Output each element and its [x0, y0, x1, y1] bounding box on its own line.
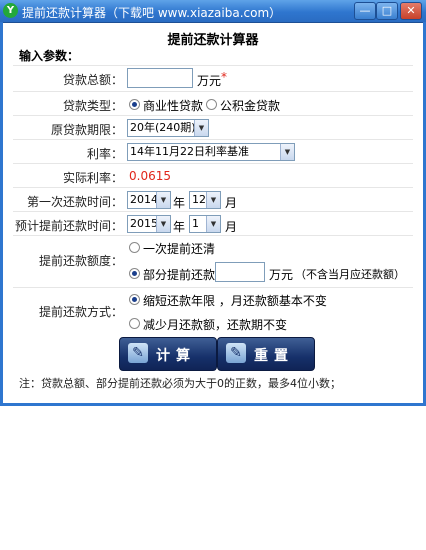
calculator-panel: 提前还款计算器 输入参数： 贷款总额： 万元 * 贷款类型： 商业性贷款 公积金… — [3, 23, 423, 403]
prepay-amount-label: 提前还款额度： — [38, 254, 123, 268]
partial-prepay-label: 部分提前还款 — [143, 268, 216, 282]
window-border-bottom — [0, 403, 426, 406]
provident-fund-radio[interactable] — [206, 99, 217, 110]
reduce-payment-label: 减少月还款额，还款期不变 — [143, 318, 288, 332]
partial-prepay-hint: （不含当月应还款额） — [295, 268, 405, 281]
first-payment-row: 第一次还款时间： 2014 ▼ 年 12 ▼ 月 — [13, 187, 413, 212]
reset-label: 重置 — [254, 348, 294, 364]
loan-amount-input[interactable] — [127, 68, 193, 88]
reset-button[interactable]: ✎ 重置 — [217, 337, 315, 371]
partial-prepay-unit: 万元 — [269, 268, 294, 282]
calculator-icon: ✎ — [128, 343, 148, 363]
prepay-month-unit: 月 — [225, 220, 238, 234]
prepay-time-row: 预计提前还款时间： 2015 ▼ 年 1 ▼ 月 — [13, 211, 413, 236]
actual-rate-label: 实际利率： — [62, 171, 123, 185]
first-payment-month-unit: 月 — [225, 196, 238, 210]
chevron-down-icon[interactable]: ▼ — [280, 144, 294, 160]
loan-term-label: 原贷款期限： — [50, 123, 123, 137]
chevron-down-icon[interactable]: ▼ — [206, 216, 220, 232]
rate-select[interactable]: 14年11月22日利率基准 ▼ — [127, 143, 295, 161]
shorten-term-radio[interactable] — [129, 294, 140, 305]
partial-prepay-radio[interactable] — [129, 268, 140, 279]
footer-note: 注：贷款总额、部分提前还款必须为大于0的正数，最多4位小数； — [19, 377, 341, 390]
prepay-month-value: 1 — [192, 217, 199, 230]
app-logo-icon: Y — [3, 3, 18, 18]
commercial-loan-radio[interactable] — [129, 99, 140, 110]
chevron-down-icon[interactable]: ▼ — [206, 192, 220, 208]
commercial-loan-label: 商业性贷款 — [143, 99, 204, 113]
actual-rate-row: 实际利率： 0.0615 — [13, 163, 413, 188]
section-title: 输入参数： — [19, 49, 80, 63]
action-row: ✎ 计算 ✎ 重置 — [13, 337, 413, 371]
window-title: 提前还款计算器（下载吧 www.xiazaiba.com） — [22, 6, 282, 20]
first-payment-year-value: 2014 — [130, 193, 158, 206]
loan-term-row: 原贷款期限： 20年(240期) ▼ — [13, 115, 413, 140]
prepay-month-select[interactable]: 1 ▼ — [189, 215, 221, 233]
first-payment-month-select[interactable]: 12 ▼ — [189, 191, 221, 209]
page-title: 提前还款计算器 — [167, 33, 259, 48]
loan-term-value: 20年(240期) — [130, 121, 196, 134]
maximize-button[interactable]: □ — [376, 2, 398, 20]
prepay-year-value: 2015 — [130, 217, 158, 230]
prepay-method-row: 提前还款方式： 缩短还款年限 ，月还款额基本不变 减少月还款额，还款期不变 — [13, 287, 413, 336]
loan-type-label: 贷款类型： — [62, 99, 123, 113]
minimize-button[interactable]: — — [354, 2, 376, 20]
partial-prepay-input[interactable] — [215, 262, 265, 282]
required-mark: * — [221, 70, 227, 84]
rate-label: 利率： — [86, 147, 123, 161]
close-button[interactable]: ✕ — [400, 2, 422, 20]
prepay-year-unit: 年 — [173, 220, 186, 234]
loan-type-row: 贷款类型： 商业性贷款 公积金贷款 — [13, 91, 413, 116]
first-payment-year-select[interactable]: 2014 ▼ — [127, 191, 171, 209]
title-bar: Y 提前还款计算器（下载吧 www.xiazaiba.com） — □ ✕ — [0, 0, 426, 23]
actual-rate-value: 0.0615 — [129, 169, 171, 183]
first-payment-month-value: 12 — [192, 193, 206, 206]
calculate-label: 计算 — [156, 348, 196, 364]
rate-row: 利率： 14年11月22日利率基准 ▼ — [13, 139, 413, 164]
first-payment-label: 第一次还款时间： — [26, 195, 123, 209]
full-prepay-radio[interactable] — [129, 242, 140, 253]
chevron-down-icon[interactable]: ▼ — [156, 192, 170, 208]
prepay-time-label: 预计提前还款时间： — [14, 219, 123, 233]
prepay-amount-row: 提前还款额度： 一次提前还清 部分提前还款 万元 （不含当月应还款额） — [13, 235, 413, 286]
first-payment-year-unit: 年 — [173, 196, 186, 210]
provident-fund-label: 公积金贷款 — [220, 99, 281, 113]
loan-amount-label: 贷款总额： — [62, 73, 123, 87]
reset-icon: ✎ — [226, 343, 246, 363]
calculate-button[interactable]: ✎ 计算 — [119, 337, 217, 371]
loan-amount-unit: 万元 — [197, 74, 222, 88]
chevron-down-icon[interactable]: ▼ — [156, 216, 170, 232]
chevron-down-icon[interactable]: ▼ — [194, 120, 208, 136]
loan-amount-row: 贷款总额： 万元 * — [13, 65, 413, 90]
full-prepay-label: 一次提前还清 — [143, 242, 216, 256]
prepay-year-select[interactable]: 2015 ▼ — [127, 215, 171, 233]
prepay-method-label: 提前还款方式： — [38, 305, 123, 319]
shorten-term-label: 缩短还款年限 ，月还款额基本不变 — [143, 294, 327, 308]
loan-term-select[interactable]: 20年(240期) ▼ — [127, 119, 209, 137]
rate-value: 14年11月22日利率基准 — [130, 145, 249, 158]
reduce-payment-radio[interactable] — [129, 318, 140, 329]
